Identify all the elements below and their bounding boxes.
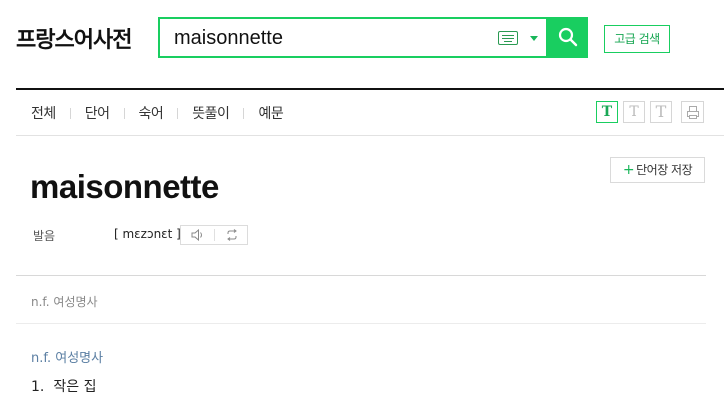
meaning-number: 1. [31, 379, 45, 395]
font-size-small-button[interactable]: T [596, 101, 618, 123]
tab-idiom[interactable]: 숙어 [139, 103, 164, 123]
audio-divider [214, 229, 215, 241]
print-icon [687, 106, 699, 119]
header-divider [16, 88, 724, 90]
search-icon [558, 27, 578, 47]
pronunciation-audio-controls [180, 225, 248, 245]
tab-separator [243, 107, 245, 119]
print-button[interactable] [681, 101, 704, 123]
speaker-icon[interactable] [191, 229, 205, 241]
save-to-wordbook-label: 단어장 저장 [636, 163, 693, 177]
plus-icon: + [622, 162, 635, 178]
pronunciation-text: [ mɛzɔnɛt ] [114, 227, 181, 241]
part-of-speech-heading[interactable]: n.f. 여성명사 [31, 347, 103, 366]
advanced-search-button[interactable]: 고급 검색 [604, 25, 670, 53]
meaning-text: 작은 집 [53, 379, 97, 395]
tab-example[interactable]: 예문 [258, 103, 283, 123]
chevron-down-icon[interactable] [530, 36, 538, 41]
search-tabs: 전체 단어 숙어 뜻풀이 예문 [31, 103, 284, 123]
tab-separator [177, 107, 179, 119]
entry-divider [16, 275, 706, 276]
tab-word[interactable]: 단어 [85, 103, 110, 123]
meaning-item: 1. 작은 집 [31, 376, 96, 396]
entry-headword: maisonnette [30, 168, 219, 205]
site-title[interactable]: 프랑스어사전 [16, 22, 132, 54]
font-size-large-button[interactable]: T [650, 101, 672, 123]
save-to-wordbook-button[interactable]: + 단어장 저장 [610, 157, 705, 183]
repeat-icon[interactable] [225, 229, 239, 241]
search-input[interactable] [174, 25, 484, 51]
section-divider [16, 323, 706, 324]
part-of-speech-summary: n.f. 여성명사 [31, 295, 98, 309]
search-box [158, 17, 548, 58]
search-button[interactable] [548, 17, 588, 58]
font-size-medium-button[interactable]: T [623, 101, 645, 123]
tab-meaning[interactable]: 뜻풀이 [192, 103, 230, 123]
tabs-divider [16, 135, 724, 136]
tab-separator [123, 107, 125, 119]
keyboard-icon[interactable] [498, 31, 518, 45]
tab-all[interactable]: 전체 [31, 103, 56, 123]
pronunciation-label: 발음 [33, 229, 56, 243]
tab-separator [69, 107, 71, 119]
